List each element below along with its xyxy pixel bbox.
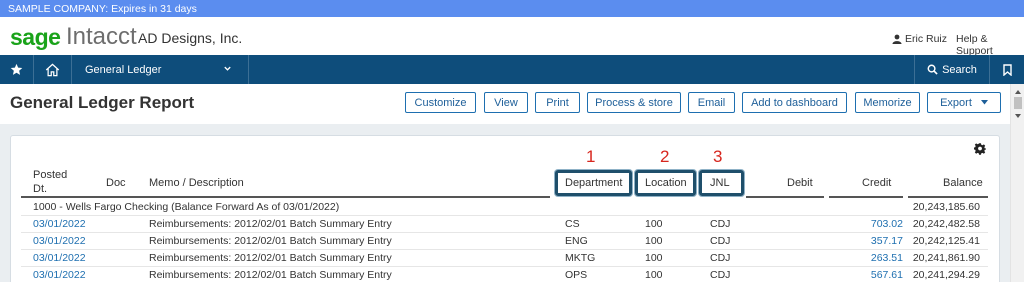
view-button[interactable]: View (484, 92, 528, 113)
row-location: 100 (645, 235, 663, 247)
scroll-down-arrow[interactable] (1015, 114, 1021, 118)
col-posted-date[interactable]: Posted Dt. (33, 168, 67, 196)
col-jnl[interactable]: JNL (710, 176, 730, 190)
report-area: 1 2 3 Posted Dt. Doc Memo / Description D… (0, 124, 1010, 282)
module-label: General Ledger (85, 63, 162, 76)
row-date-link[interactable]: 03/01/2022 (33, 235, 86, 247)
row-credit-link[interactable]: 567.61 (829, 269, 903, 281)
user-name: Eric Ruiz (905, 33, 948, 45)
row-credit-link[interactable]: 357.17 (829, 235, 903, 247)
favorites-button[interactable] (0, 55, 34, 84)
intacct-logo: Intacct (66, 23, 137, 50)
row-credit-link[interactable]: 263.51 (829, 252, 903, 264)
person-icon (892, 34, 902, 44)
memorize-button[interactable]: Memorize (855, 92, 920, 113)
row-jnl: CDJ (710, 269, 731, 281)
row-department: CS (565, 218, 580, 230)
row-memo: Reimbursements: 2012/02/01 Batch Summary… (149, 252, 392, 264)
page-header: General Ledger Report Customize View Pri… (0, 84, 1010, 124)
home-icon (45, 63, 60, 76)
main-nav: General Ledger Search (0, 55, 1024, 84)
posted-label: Posted (33, 169, 68, 181)
export-label: Export (940, 96, 972, 109)
header-rule (829, 196, 903, 198)
date-label: Dt. (33, 183, 48, 195)
row-location: 100 (645, 252, 663, 264)
company-name[interactable]: AD Designs, Inc. (138, 30, 242, 46)
caret-down-icon (980, 100, 988, 105)
row-jnl: CDJ (710, 235, 731, 247)
balance-forward-value: 20,243,185.60 (912, 201, 980, 213)
header-rule (21, 196, 550, 198)
row-divider (21, 266, 988, 267)
scroll-thumb[interactable] (1014, 97, 1022, 109)
row-balance: 20,242,482.58 (912, 218, 980, 230)
row-location: 100 (645, 269, 663, 281)
star-icon (10, 63, 23, 75)
col-department[interactable]: Department (565, 176, 622, 190)
row-date-link[interactable]: 03/01/2022 (33, 269, 86, 281)
header-rule (908, 196, 988, 198)
col-balance[interactable]: Balance (943, 176, 983, 190)
gear-icon[interactable] (974, 143, 986, 155)
row-jnl: CDJ (710, 252, 731, 264)
row-department: ENG (565, 235, 588, 247)
trial-banner: SAMPLE COMPANY: Expires in 31 days (0, 0, 1024, 17)
annotation-3: 3 (713, 147, 723, 166)
row-memo: Reimbursements: 2012/02/01 Batch Summary… (149, 235, 392, 247)
header-rule (746, 196, 824, 198)
row-memo: Reimbursements: 2012/02/01 Batch Summary… (149, 218, 392, 230)
row-jnl: CDJ (710, 218, 731, 230)
row-department: MKTG (565, 252, 596, 264)
module-selector[interactable]: General Ledger (72, 55, 249, 84)
col-location[interactable]: Location (645, 176, 687, 190)
search-icon (927, 64, 938, 75)
top-bar: sage Intacct AD Designs, Inc. Eric Ruiz … (0, 17, 1024, 57)
row-divider (21, 232, 988, 233)
bookmark-icon (1002, 63, 1012, 76)
row-date-link[interactable]: 03/01/2022 (33, 218, 86, 230)
email-button[interactable]: Email (688, 92, 735, 113)
annotation-2: 2 (660, 147, 670, 166)
row-balance: 20,242,125.41 (912, 235, 980, 247)
col-credit[interactable]: Credit (862, 176, 891, 190)
row-department: OPS (565, 269, 588, 281)
row-date-link[interactable]: 03/01/2022 (33, 252, 86, 264)
row-memo: Reimbursements: 2012/02/01 Batch Summary… (149, 269, 392, 281)
user-menu[interactable]: Eric Ruiz (892, 33, 947, 45)
scroll-up-arrow[interactable] (1015, 90, 1021, 94)
export-button[interactable]: Export (927, 92, 1001, 113)
row-divider (21, 215, 988, 216)
add-to-dashboard-button[interactable]: Add to dashboard (742, 92, 847, 113)
bookmark-button[interactable] (990, 55, 1024, 84)
balance-forward-label: 1000 - Wells Fargo Checking (Balance For… (33, 201, 340, 213)
row-balance: 20,241,294.29 (912, 269, 980, 281)
sage-logo: sage (10, 24, 61, 50)
page-scrollbar[interactable] (1010, 84, 1024, 282)
customize-button[interactable]: Customize (405, 92, 476, 113)
page-title: General Ledger Report (10, 93, 195, 112)
annotation-1: 1 (586, 147, 596, 166)
help-support-link[interactable]: Help & Support (956, 33, 1024, 57)
row-credit-link[interactable]: 703.02 (829, 218, 903, 230)
row-balance: 20,241,861.90 (912, 252, 980, 264)
row-divider (21, 249, 988, 250)
chevron-down-icon (224, 66, 231, 71)
process-store-button[interactable]: Process & store (587, 92, 681, 113)
col-debit[interactable]: Debit (787, 176, 813, 190)
search-label: Search (942, 63, 977, 76)
col-doc[interactable]: Doc (106, 176, 126, 190)
col-memo[interactable]: Memo / Description (149, 176, 244, 190)
row-location: 100 (645, 218, 663, 230)
home-button[interactable] (34, 55, 72, 84)
search-button[interactable]: Search (914, 55, 990, 84)
report-card: 1 2 3 Posted Dt. Doc Memo / Description D… (10, 135, 1000, 282)
print-button[interactable]: Print (535, 92, 580, 113)
